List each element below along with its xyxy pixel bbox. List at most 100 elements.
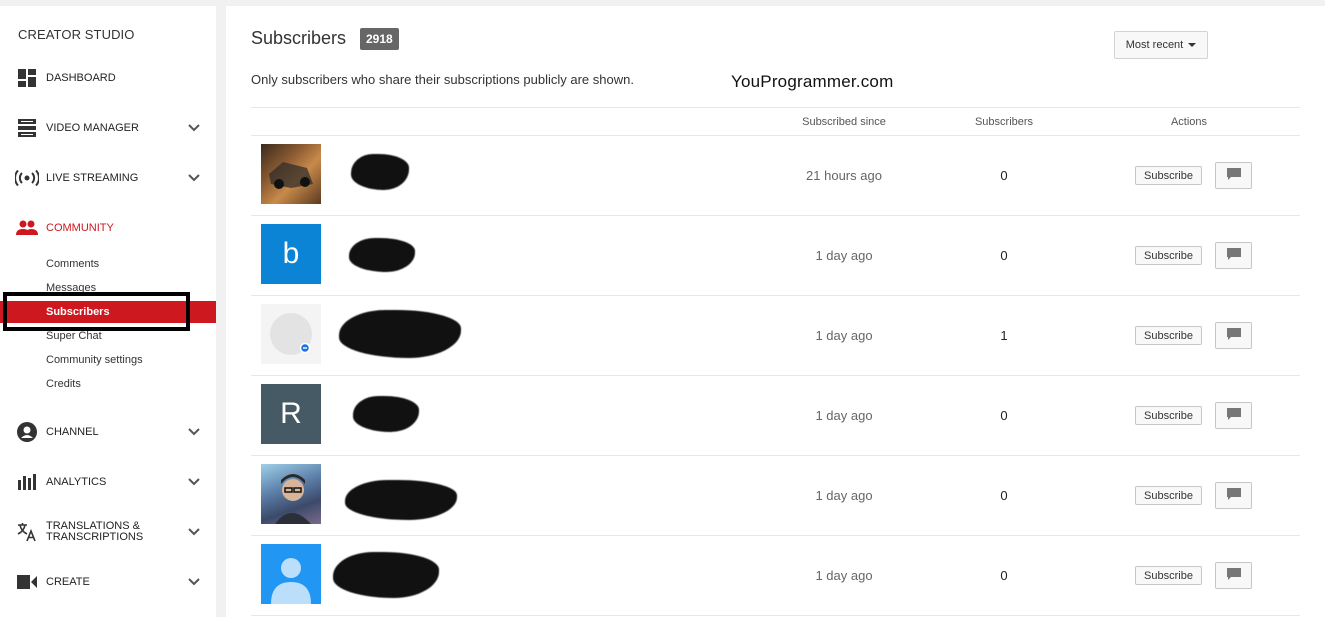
sidebar-item-super-chat[interactable]: Super Chat xyxy=(0,325,216,347)
message-button[interactable] xyxy=(1215,242,1252,269)
sidebar-item-subscribers[interactable]: Subscribers xyxy=(0,301,216,323)
subscriber-count-badge: 2918 xyxy=(360,28,399,50)
nav-label: CREATE xyxy=(46,575,90,588)
subscriber-count: 0 xyxy=(1000,248,1008,263)
table-row: 21 hours ago 0 Subscribe xyxy=(251,136,1300,216)
subscribed-since: 1 day ago xyxy=(815,248,873,263)
message-button[interactable] xyxy=(1215,482,1252,509)
subscribed-since: 1 day ago xyxy=(815,408,873,423)
subscribed-since: 1 day ago xyxy=(815,568,873,583)
page-title: Subscribers xyxy=(251,28,347,48)
nav-channel[interactable]: CHANNEL xyxy=(0,414,216,450)
redacted-name[interactable] xyxy=(333,552,439,598)
table-row: b 1 day ago 0 Subscribe xyxy=(251,216,1300,296)
subscribed-since: 1 day ago xyxy=(815,328,873,343)
video-manager-icon xyxy=(16,117,38,139)
message-icon xyxy=(1226,407,1241,425)
redacted-name[interactable] xyxy=(349,238,415,272)
column-header-subscribers[interactable]: Subscribers xyxy=(975,116,1033,128)
message-icon xyxy=(1226,567,1241,585)
chevron-down-icon[interactable] xyxy=(186,524,202,540)
table-row: 1 day ago 1 Subscribe xyxy=(251,296,1300,376)
message-button[interactable] xyxy=(1215,162,1252,189)
community-icon xyxy=(16,217,38,239)
create-icon xyxy=(16,571,38,593)
avatar[interactable] xyxy=(261,464,321,524)
dashboard-icon xyxy=(16,67,38,89)
channel-icon xyxy=(16,421,38,443)
sidebar-item-messages[interactable]: Messages xyxy=(0,277,216,299)
nav-community[interactable]: COMMUNITY xyxy=(0,210,216,246)
sidebar-item-community-settings[interactable]: Community settings xyxy=(0,349,216,371)
subscribe-button[interactable]: Subscribe xyxy=(1135,246,1202,265)
redacted-name[interactable] xyxy=(339,310,461,358)
chevron-down-icon[interactable] xyxy=(186,474,202,490)
nav-label: VIDEO MANAGER xyxy=(46,121,139,134)
avatar[interactable] xyxy=(261,144,321,204)
sidebar-item-comments[interactable]: Comments xyxy=(0,253,216,275)
avatar[interactable]: b xyxy=(261,224,321,284)
message-button[interactable] xyxy=(1215,322,1252,349)
avatar-letter: R xyxy=(280,397,302,430)
table-header: Subscribed since Subscribers Actions xyxy=(251,107,1300,136)
caret-down-icon xyxy=(1188,43,1197,47)
chevron-down-icon[interactable] xyxy=(186,120,202,136)
translate-icon xyxy=(16,521,38,543)
sort-label: Most recent xyxy=(1125,39,1184,51)
redacted-name[interactable] xyxy=(351,154,409,190)
subscriber-count: 0 xyxy=(1000,568,1008,583)
nav-label: TRANSLATIONS & TRANSCRIPTIONS xyxy=(46,520,144,543)
avatar[interactable] xyxy=(261,544,321,604)
subscriber-count: 0 xyxy=(1000,488,1008,503)
avatar[interactable]: R xyxy=(261,384,321,444)
message-button[interactable] xyxy=(1215,562,1252,589)
table-row: R 1 day ago 0 Subscribe xyxy=(251,376,1300,456)
message-icon xyxy=(1226,167,1241,185)
studio-title: CREATOR STUDIO xyxy=(18,27,135,42)
message-icon xyxy=(1226,487,1241,505)
subscribed-since: 1 day ago xyxy=(815,488,873,503)
nav-create[interactable]: CREATE xyxy=(0,564,216,600)
visibility-notice: Only subscribers who share their subscri… xyxy=(251,72,634,87)
chevron-down-icon[interactable] xyxy=(186,170,202,186)
live-streaming-icon xyxy=(14,167,40,189)
subscriber-count: 0 xyxy=(1000,168,1008,183)
subscribe-button[interactable]: Subscribe xyxy=(1135,486,1202,505)
nav-video-manager[interactable]: VIDEO MANAGER xyxy=(0,110,216,146)
table-row: 1 day ago 0 Subscribe xyxy=(251,536,1300,616)
nav-live-streaming[interactable]: LIVE STREAMING xyxy=(0,160,216,196)
subscribe-button[interactable]: Subscribe xyxy=(1135,326,1202,345)
column-header-actions: Actions xyxy=(1170,116,1208,128)
column-header-subscribed-since[interactable]: Subscribed since xyxy=(802,116,886,128)
table-row: 1 day ago 0 Subscribe xyxy=(251,456,1300,536)
nav-label: COMMUNITY xyxy=(46,221,114,234)
avatar[interactable] xyxy=(261,304,321,364)
subscribe-button[interactable]: Subscribe xyxy=(1135,566,1202,585)
message-icon xyxy=(1226,247,1241,265)
analytics-icon xyxy=(16,471,38,493)
subscriber-count: 0 xyxy=(1000,408,1008,423)
message-icon xyxy=(1226,327,1241,345)
subscriber-count: 1 xyxy=(1000,328,1008,343)
redacted-name[interactable] xyxy=(345,480,457,520)
sidebar-item-credits[interactable]: Credits xyxy=(0,373,216,395)
nav-translations[interactable]: TRANSLATIONS & TRANSCRIPTIONS xyxy=(0,514,216,550)
chevron-down-icon[interactable] xyxy=(186,574,202,590)
nav-label: LIVE STREAMING xyxy=(46,171,139,184)
subscribed-since: 21 hours ago xyxy=(806,168,882,183)
subscribe-button[interactable]: Subscribe xyxy=(1135,166,1202,185)
avatar-letter: b xyxy=(282,237,300,270)
chevron-down-icon[interactable] xyxy=(186,424,202,440)
subscribe-button[interactable]: Subscribe xyxy=(1135,406,1202,425)
sort-dropdown[interactable]: Most recent xyxy=(1114,31,1208,59)
nav-dashboard[interactable]: DASHBOARD xyxy=(0,60,216,96)
watermark-text: YouProgrammer.com xyxy=(731,72,894,91)
sidebar: CREATOR STUDIO DASHBOARD VIDEO MANAGER L… xyxy=(0,6,216,617)
nav-label: DASHBOARD xyxy=(46,71,116,84)
nav-label: ANALYTICS xyxy=(46,475,107,488)
redacted-name[interactable] xyxy=(353,396,419,432)
main-panel: Subscribers 2918 Only subscribers who sh… xyxy=(226,6,1325,617)
nav-label: CHANNEL xyxy=(46,425,99,438)
nav-analytics[interactable]: ANALYTICS xyxy=(0,464,216,500)
message-button[interactable] xyxy=(1215,402,1252,429)
